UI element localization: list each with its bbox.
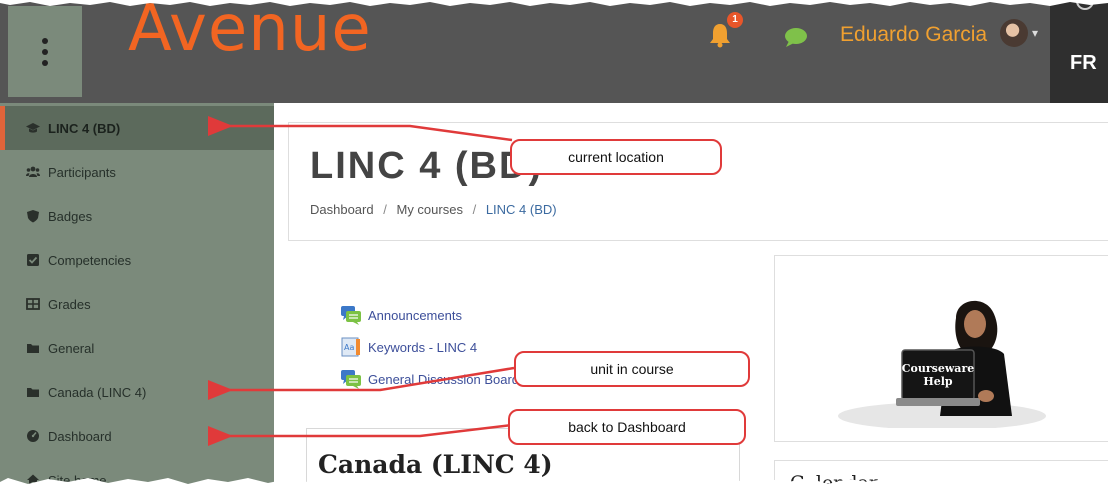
callout-unit-in-course: unit in course bbox=[514, 351, 750, 387]
sidebar-item-general[interactable]: General bbox=[0, 326, 274, 370]
avatar[interactable] bbox=[1000, 19, 1028, 47]
sidebar-item-grades[interactable]: Grades bbox=[0, 282, 274, 326]
breadcrumb-dashboard[interactable]: Dashboard bbox=[310, 202, 374, 217]
chevron-down-icon[interactable]: ▾ bbox=[1032, 26, 1038, 40]
bell-icon[interactable] bbox=[708, 22, 732, 48]
svg-text:Aa: Aa bbox=[344, 343, 354, 352]
breadcrumb-my-courses[interactable]: My courses bbox=[396, 202, 462, 217]
sidebar-item-participants[interactable]: Participants bbox=[0, 150, 274, 194]
forum-icon bbox=[341, 306, 361, 325]
activity-general-discussion[interactable]: General Discussion Board bbox=[340, 369, 519, 389]
drawer-toggle-button[interactable] bbox=[8, 6, 82, 97]
activity-glossary[interactable]: Aa Keywords - LINC 4 bbox=[340, 337, 477, 357]
sidebar-item-label: LINC 4 (BD) bbox=[48, 120, 121, 136]
sidebar-item-label: Badges bbox=[48, 208, 93, 224]
sidebar-item-label: Dashboard bbox=[48, 428, 112, 444]
folder-icon bbox=[26, 341, 40, 355]
graduation-cap-icon bbox=[26, 121, 40, 135]
dashboard-icon bbox=[26, 429, 40, 443]
nav-drawer: LINC 4 (BD) Participants Badges Competen… bbox=[0, 103, 274, 487]
language-switcher[interactable]: FR bbox=[1050, 0, 1108, 103]
glossary-icon: Aa bbox=[341, 337, 360, 357]
user-menu-name[interactable]: Eduardo Garcia bbox=[840, 23, 987, 47]
courseware-help-image[interactable]: Courseware Help bbox=[836, 288, 1048, 428]
shield-icon bbox=[26, 209, 40, 223]
top-navbar: Avenue 1 Eduardo Garcia ▾ FR bbox=[0, 0, 1108, 103]
sidebar-item-label: General bbox=[48, 340, 95, 356]
sidebar-item-label: Grades bbox=[48, 296, 91, 312]
sidebar-item-dashboard[interactable]: Dashboard bbox=[0, 414, 274, 458]
table-icon bbox=[26, 297, 40, 311]
torn-edge-top bbox=[0, 0, 1108, 6]
callout-current-location: current location bbox=[510, 139, 722, 175]
activity-label: Keywords - LINC 4 bbox=[368, 339, 478, 355]
sidebar-item-canada[interactable]: Canada (LINC 4) bbox=[0, 370, 274, 414]
sidebar-item-competencies[interactable]: Competencies bbox=[0, 238, 274, 282]
help-text: Help bbox=[923, 375, 953, 388]
forum-icon bbox=[341, 370, 361, 389]
folder-icon bbox=[26, 385, 40, 399]
torn-edge-bottom bbox=[0, 478, 1108, 487]
app-frame: Avenue 1 Eduardo Garcia ▾ FR LINC 4 (BD) bbox=[0, 0, 1108, 487]
activity-announcements[interactable]: Announcements bbox=[340, 305, 462, 325]
more-vertical-icon bbox=[42, 37, 48, 66]
checkbox-icon bbox=[26, 253, 40, 267]
courseware-text: Courseware bbox=[902, 362, 974, 375]
sidebar-item-badges[interactable]: Badges bbox=[0, 194, 274, 238]
section-title: Canada (LINC 4) bbox=[318, 450, 553, 479]
activity-label: Announcements bbox=[368, 307, 462, 323]
breadcrumb-separator: / bbox=[472, 202, 477, 217]
site-logo[interactable]: Avenue bbox=[128, 0, 372, 66]
breadcrumb-course[interactable]: LINC 4 (BD) bbox=[486, 202, 557, 217]
users-icon bbox=[26, 165, 40, 179]
callout-back-to-dashboard: back to Dashboard bbox=[508, 409, 746, 445]
notification-count-badge: 1 bbox=[727, 12, 743, 28]
chat-bubble-icon[interactable] bbox=[783, 26, 809, 48]
sidebar-item-label: Participants bbox=[48, 164, 116, 180]
breadcrumb-separator: / bbox=[383, 202, 387, 217]
sidebar-item-course[interactable]: LINC 4 (BD) bbox=[0, 106, 274, 150]
page-title: LINC 4 (BD) bbox=[310, 145, 544, 187]
activity-label: General Discussion Board bbox=[368, 371, 520, 387]
breadcrumb: Dashboard / My courses / LINC 4 (BD) bbox=[310, 202, 557, 217]
sidebar-item-label: Canada (LINC 4) bbox=[48, 384, 147, 400]
sidebar-item-label: Competencies bbox=[48, 252, 132, 268]
